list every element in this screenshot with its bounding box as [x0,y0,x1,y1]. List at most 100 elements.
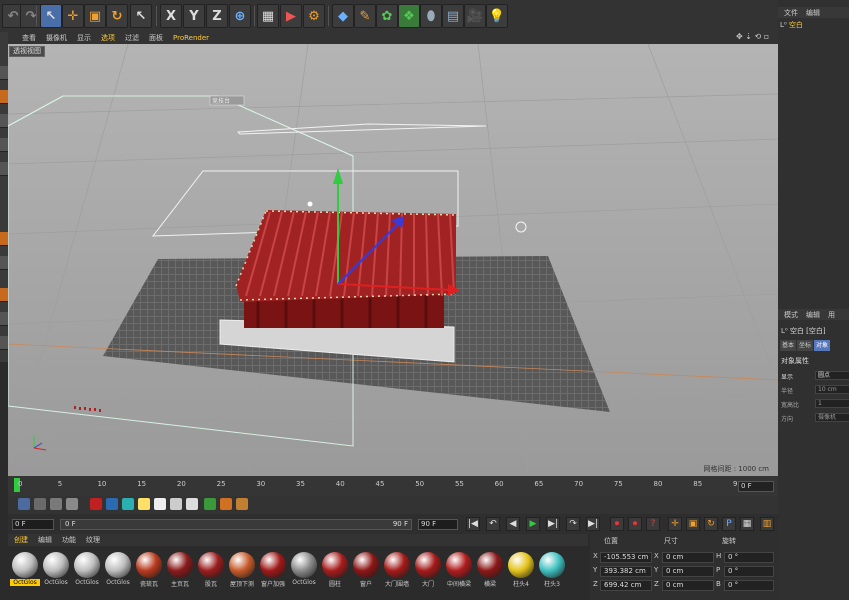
start-frame-field[interactable]: 0 F [12,519,54,530]
recent-tool-icon[interactable]: ↖ [130,4,152,28]
workplane-icon[interactable] [0,312,8,326]
texture-mode-icon[interactable] [0,90,8,104]
floor-icon[interactable]: ▤ [442,4,464,28]
record-keys-icon[interactable] [18,498,30,510]
layer-key-icon[interactable] [186,498,198,510]
rotation-b-field[interactable]: 0 ° [724,580,774,591]
rotation-h-field[interactable]: 0 ° [724,552,774,563]
frame-range-slider[interactable]: 0 F 90 F [60,519,412,530]
aspect-ratio-field[interactable]: 1 [815,399,849,408]
redo-icon[interactable]: ↷ [20,4,42,28]
material-swatch[interactable]: 柱头4 [506,552,536,594]
material-swatch[interactable]: 圆柱 [320,552,350,594]
points-mode-icon[interactable] [0,114,8,128]
menu-options[interactable]: 选项 [101,33,115,43]
keyframe-help-icon[interactable]: ? [646,517,660,531]
end-frame-field[interactable]: 90 F [418,519,458,530]
radius-field[interactable]: 10 cm [815,385,849,394]
key-param-icon[interactable]: P [722,517,736,531]
perspective-viewport[interactable]: 透视视图 竞技台 网格间距 : 1000 cm [8,44,778,476]
current-frame-field[interactable]: 0 F [738,481,774,492]
autokey-icon[interactable] [34,498,46,510]
menu-view[interactable]: 查看 [22,33,36,43]
material-swatch[interactable]: OctGlos [72,552,102,594]
position-key-icon[interactable] [66,498,78,510]
keyframe-selection-icon[interactable] [50,498,62,510]
go-to-start-icon[interactable]: |◀ [466,517,480,531]
scale-key-icon[interactable] [106,498,118,510]
material-swatch[interactable]: 屋顶下测 [227,552,257,594]
attr-tab-object[interactable]: 对象 [814,340,831,351]
move-tool-icon[interactable]: ✛ [62,4,84,28]
am-menu-user[interactable]: 用 [828,310,835,320]
effector-icon[interactable]: ⬮ [420,4,442,28]
position-z-field[interactable]: 699.42 cm [600,580,652,591]
prev-key-icon[interactable]: ↶ [486,517,500,531]
axis-x-button[interactable]: X [160,4,182,28]
material-swatch[interactable]: 股瓦 [196,552,226,594]
key-scale-icon[interactable]: ▣ [686,517,700,531]
material-menu-edit[interactable]: 编辑 [38,535,52,545]
material-menu-texture[interactable]: 纹理 [86,535,100,545]
menu-display[interactable]: 显示 [77,33,91,43]
am-menu-mode[interactable]: 模式 [784,310,798,320]
material-swatch[interactable]: 大门围墙 [382,552,412,594]
material-swatch[interactable]: OctGlos [103,552,133,594]
clip-icon[interactable] [236,498,248,510]
material-swatch[interactable]: 柱头3 [537,552,567,594]
size-y-field[interactable]: 0 cm [662,566,714,577]
play-icon[interactable]: ▶ [526,517,540,531]
render-view-icon[interactable]: ▦ [257,4,279,28]
attr-tab-coord[interactable]: 坐标 [797,340,814,351]
pen-icon[interactable]: ✎ [354,4,376,28]
menu-cameras[interactable]: 摄像机 [46,33,67,43]
param-key-icon[interactable] [138,498,150,510]
am-menu-edit[interactable]: 编辑 [806,310,820,320]
model-mode-icon[interactable] [0,66,8,80]
orientation-dropdown[interactable]: 摄像机 [815,413,849,422]
autokey-toggle-icon[interactable]: ⏺ [628,517,642,531]
position-x-field[interactable]: -105.553 cm [600,552,652,563]
material-swatch[interactable]: 窗户加强 [258,552,288,594]
key-move-icon[interactable]: ✛ [668,517,682,531]
next-frame-icon[interactable]: ▶| [546,517,560,531]
size-z-field[interactable]: 0 cm [662,580,714,591]
material-swatch[interactable]: OctGlos [289,552,319,594]
display-dropdown[interactable]: 圆点 [815,371,849,380]
menu-prorender[interactable]: ProRender [173,34,209,42]
menu-filter[interactable]: 过滤 [125,33,139,43]
material-swatch[interactable]: OctGlos [41,552,71,594]
scale-tool-icon[interactable]: ▣ [84,4,106,28]
material-swatch[interactable]: 中间横梁 [444,552,474,594]
deformer-icon[interactable]: ❖ [398,4,420,28]
axis-z-button[interactable]: Z [206,4,228,28]
motion-icon[interactable] [220,498,232,510]
edges-mode-icon[interactable] [0,138,8,152]
film-strip-icon[interactable]: ▥ [760,517,774,531]
light-icon[interactable]: 💡 [486,4,508,28]
object-list-item[interactable]: L⁰ 空白 [780,20,803,30]
record-active-icon[interactable]: ⏺ [610,517,624,531]
snap-icon[interactable] [0,288,8,302]
attr-tab-basic[interactable]: 基本 [780,340,797,351]
next-key-icon[interactable]: ↷ [566,517,580,531]
point-key-icon[interactable] [170,498,182,510]
material-menu-create[interactable]: 创建 [14,535,28,545]
render-picture-viewer-icon[interactable]: ▶ [280,4,302,28]
pla-key-icon[interactable] [154,498,166,510]
rotation-p-field[interactable]: 0 ° [724,566,774,577]
timeline-ruler[interactable]: 051015202530354045505560657075808590 0 F [8,476,778,496]
rotate-tool-icon[interactable]: ↻ [106,4,128,28]
menu-panel[interactable]: 面板 [149,33,163,43]
position-y-field[interactable]: 393.382 cm [600,566,652,577]
enable-axis-icon[interactable] [0,232,8,246]
subdivision-icon[interactable]: ✿ [376,4,398,28]
key-grid-icon[interactable]: ▦ [740,517,754,531]
cube-icon[interactable]: ◆ [332,4,354,28]
viewport-nav-icons[interactable]: ✥ ⇣ ⟲ ▫ [736,32,769,41]
go-to-end-icon[interactable]: ▶| [586,517,600,531]
rotation-key-icon[interactable] [122,498,134,510]
om-menu-file[interactable]: 文件 [784,8,798,18]
tweak-icon[interactable] [0,256,8,270]
coordinate-system-icon[interactable]: ⊕ [229,4,251,28]
